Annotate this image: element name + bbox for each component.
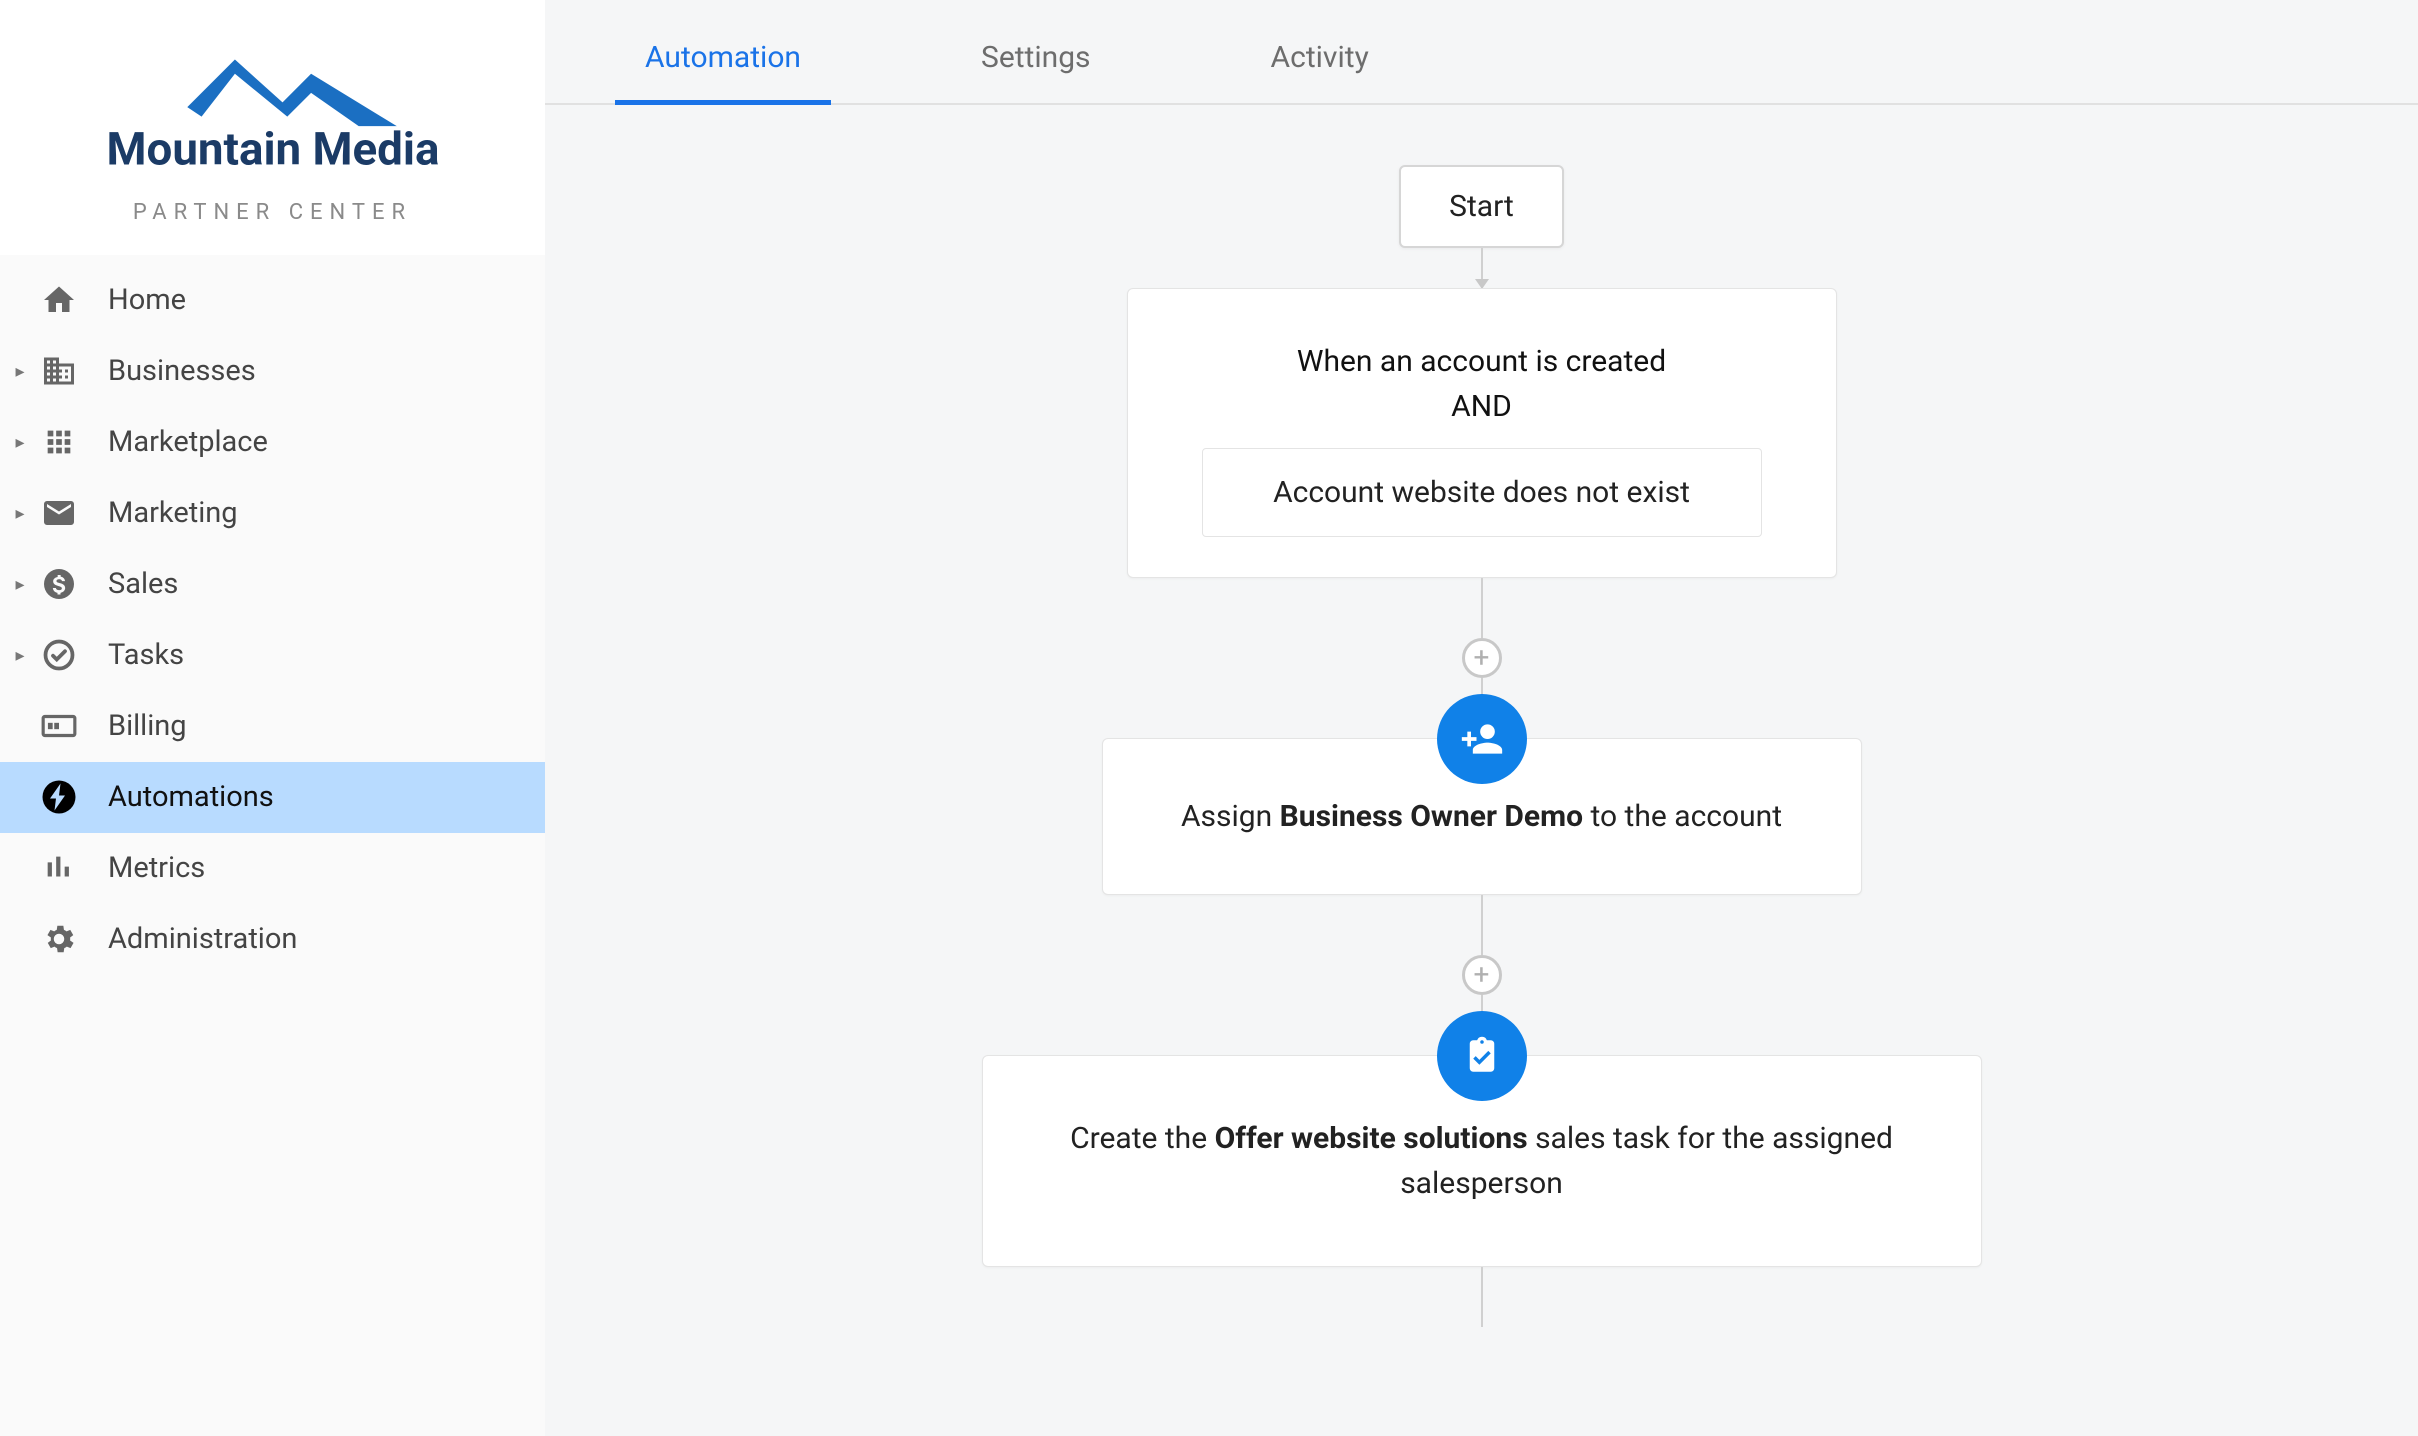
check-circle-icon [40, 636, 78, 674]
sidebar-item-metrics[interactable]: Metrics [0, 833, 545, 904]
dollar-icon [40, 565, 78, 603]
start-node[interactable]: Start [1399, 165, 1564, 248]
payment-icon [40, 707, 78, 745]
trigger-card[interactable]: When an account is created AND Account w… [1127, 288, 1837, 578]
sidebar-item-label: Billing [108, 709, 187, 743]
expand-caret-icon: ▸ [8, 432, 32, 453]
sidebar-item-businesses[interactable]: ▸ Businesses [0, 336, 545, 407]
flow-connector [1481, 578, 1483, 638]
assign-action-card[interactable]: Assign Business Owner Demo to the accoun… [1102, 738, 1862, 895]
sidebar-item-label: Metrics [108, 851, 205, 885]
brand-name-text: Mountain Media [106, 123, 439, 174]
expand-caret-icon: ▸ [8, 645, 32, 666]
assign-user-icon [1437, 694, 1527, 784]
trigger-title: When an account is created [1168, 344, 1796, 379]
sidebar: Mountain Media PARTNER CENTER Home ▸ Bus… [0, 0, 545, 1436]
sidebar-item-label: Administration [108, 922, 297, 956]
sidebar-item-label: Tasks [108, 638, 184, 672]
expand-caret-icon: ▸ [8, 574, 32, 595]
sidebar-item-administration[interactable]: Administration [0, 904, 545, 975]
bolt-icon [40, 778, 78, 816]
main-content: Automation Settings Activity Start When … [545, 0, 2418, 1436]
brand-subtitle: PARTNER CENTER [133, 200, 412, 225]
sidebar-item-home[interactable]: Home [0, 265, 545, 336]
task-text-bold: Offer website solutions [1215, 1121, 1528, 1156]
flow-connector [1481, 248, 1483, 288]
apps-icon [40, 423, 78, 461]
business-icon [40, 352, 78, 390]
automation-canvas[interactable]: Start When an account is created AND Acc… [545, 105, 2418, 1436]
trigger-condition[interactable]: Account website does not exist [1202, 448, 1762, 537]
clipboard-check-icon [1437, 1011, 1527, 1101]
sidebar-item-marketing[interactable]: ▸ Marketing [0, 478, 545, 549]
sidebar-item-label: Home [108, 283, 186, 317]
sidebar-item-sales[interactable]: ▸ Sales [0, 549, 545, 620]
home-icon [40, 281, 78, 319]
add-step-button[interactable]: + [1462, 955, 1502, 995]
assign-text-prefix: Assign [1181, 799, 1280, 834]
gear-icon [40, 920, 78, 958]
sidebar-item-marketplace[interactable]: ▸ Marketplace [0, 407, 545, 478]
tab-activity[interactable]: Activity [1271, 0, 1369, 103]
flow-connector [1481, 895, 1483, 955]
assign-text-bold: Business Owner Demo [1280, 799, 1583, 834]
flow-connector [1481, 1267, 1483, 1327]
brand-logo: Mountain Media [73, 50, 473, 174]
add-step-button[interactable]: + [1462, 638, 1502, 678]
sidebar-item-automations[interactable]: Automations [0, 762, 545, 833]
flow-column: Start When an account is created AND Acc… [982, 165, 1982, 1327]
sidebar-item-label: Marketplace [108, 425, 268, 459]
tab-bar: Automation Settings Activity [545, 0, 2418, 105]
task-action-card[interactable]: Create the Offer website solutions sales… [982, 1055, 1982, 1267]
task-text-prefix: Create the [1070, 1121, 1215, 1156]
sidebar-item-tasks[interactable]: ▸ Tasks [0, 620, 545, 691]
trigger-operator: AND [1168, 389, 1796, 424]
tab-settings[interactable]: Settings [981, 0, 1091, 103]
assign-text-suffix: to the account [1583, 799, 1782, 834]
tab-automation[interactable]: Automation [645, 0, 801, 103]
sidebar-item-label: Businesses [108, 354, 256, 388]
sidebar-item-label: Automations [108, 780, 274, 814]
expand-caret-icon: ▸ [8, 361, 32, 382]
brand-area: Mountain Media PARTNER CENTER [0, 0, 545, 255]
sidebar-item-label: Sales [108, 567, 178, 601]
bar-chart-icon [40, 849, 78, 887]
sidebar-item-billing[interactable]: Billing [0, 691, 545, 762]
expand-caret-icon: ▸ [8, 503, 32, 524]
sidebar-nav: Home ▸ Businesses ▸ Marketplace ▸ Market… [0, 255, 545, 1436]
mail-icon [40, 494, 78, 532]
sidebar-item-label: Marketing [108, 496, 238, 530]
